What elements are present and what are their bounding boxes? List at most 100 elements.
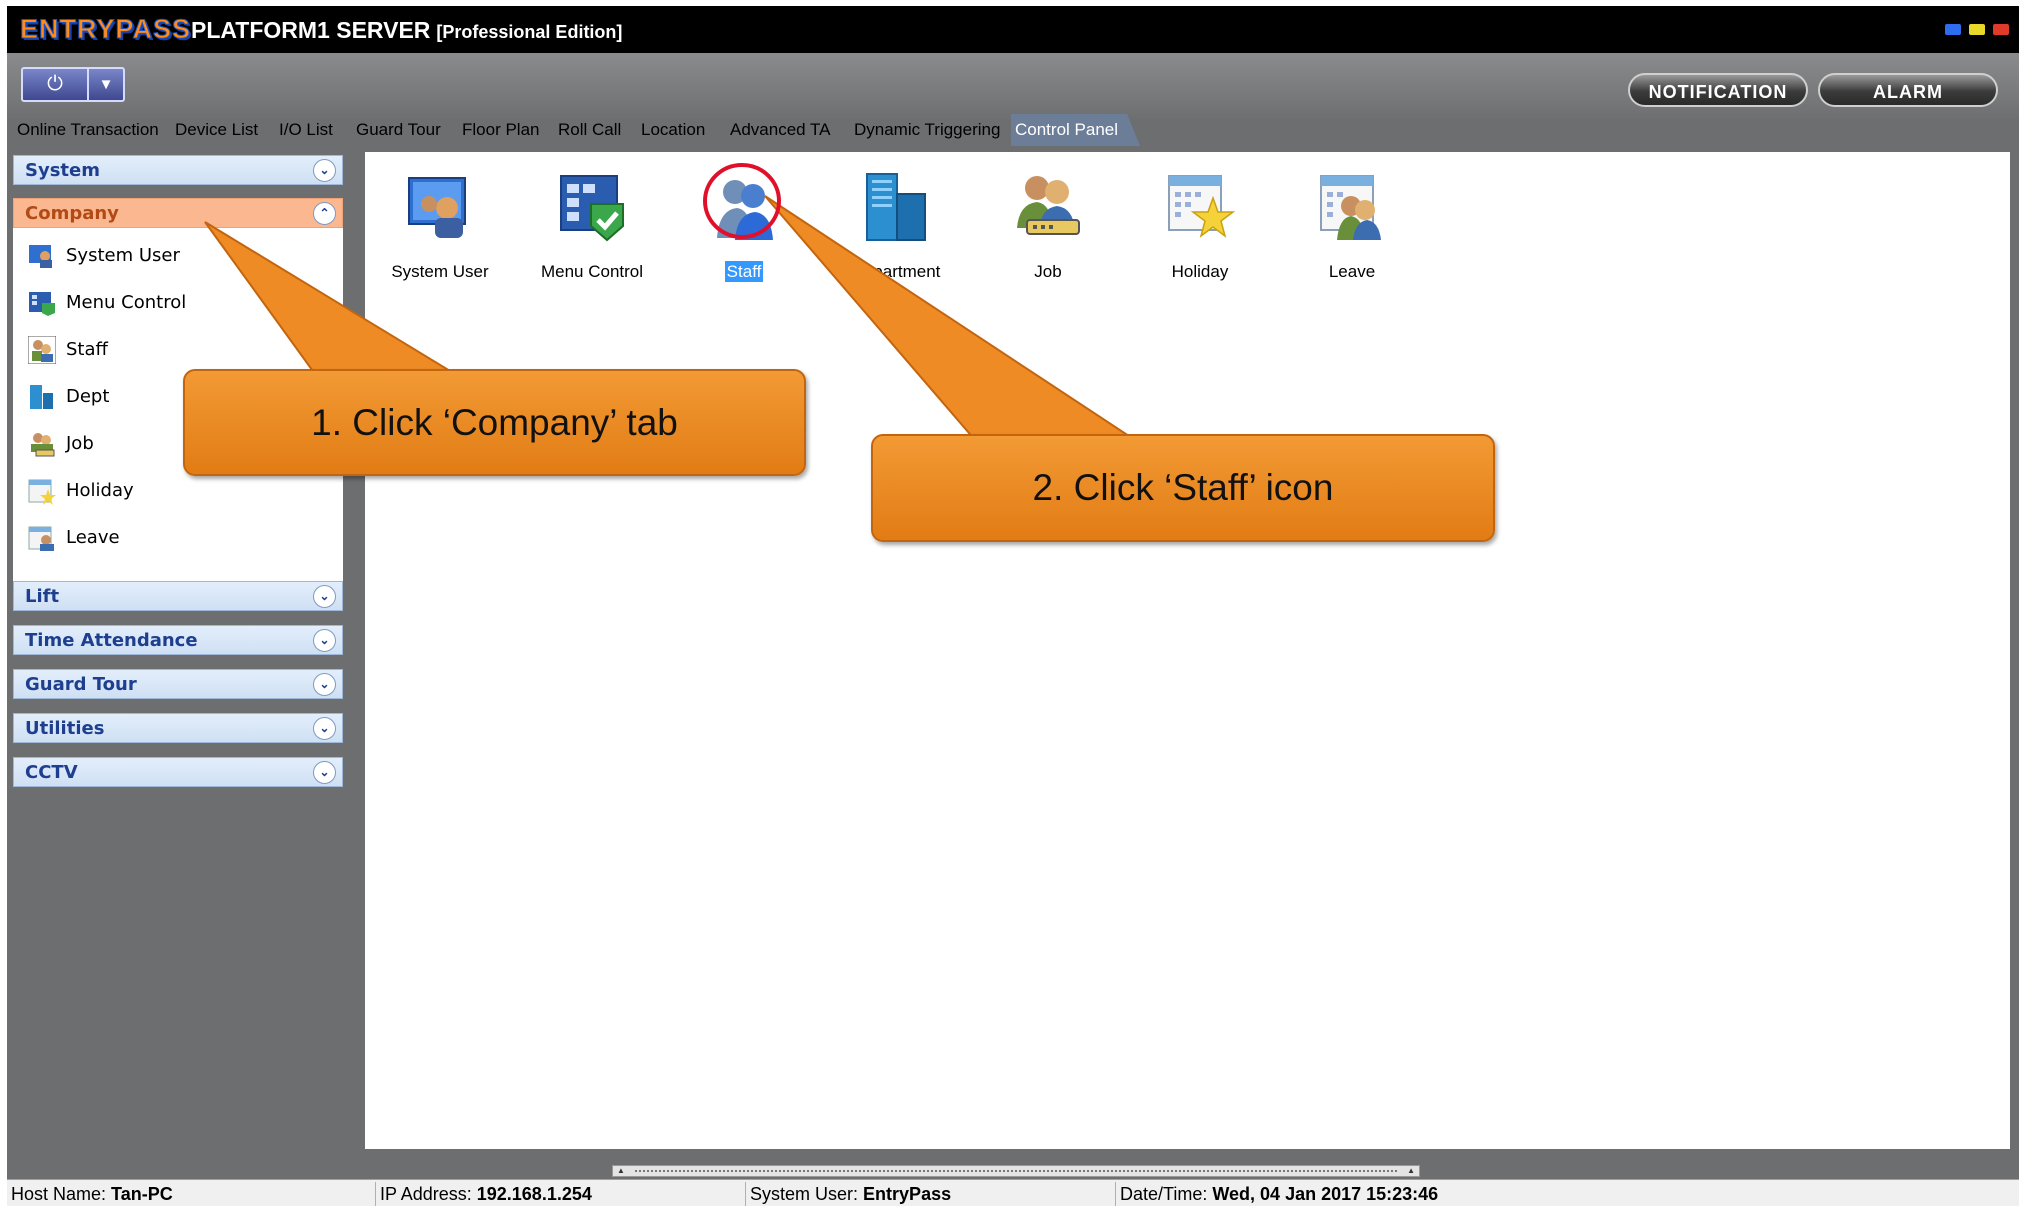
tile-label: Holiday [1171,262,1229,281]
expand-icon[interactable]: ⌄ [313,673,336,696]
main-tabs: Online Transaction Device List I/O List … [7,114,2019,146]
job-icon [1017,176,1080,235]
window-controls [1945,24,2009,35]
tab-dynamic-triggering[interactable]: Dynamic Triggering [850,114,1004,146]
splitter-up-icon: ▲ [617,1166,625,1175]
section-label: Company [25,203,119,224]
sidebar-item-label: Dept [66,386,110,407]
system-user-icon [408,177,466,238]
app-edition: [Professional Edition] [436,22,623,42]
close-button[interactable] [1993,24,2009,35]
system-user-icon [29,245,52,268]
section-label: Guard Tour [25,674,137,695]
alarm-button[interactable]: ALARM [1818,73,1998,107]
maximize-button[interactable] [1969,24,1985,35]
tile-leave[interactable]: Leave [1277,162,1427,282]
section-label: CCTV [25,762,78,783]
status-user: System User: EntryPass [746,1182,1116,1206]
tab-floor-plan[interactable]: Floor Plan [458,114,543,146]
panel-splitter[interactable]: ▲ ▲ [612,1165,1420,1177]
callout-step2-text: 2. Click ‘Staff’ icon [1032,467,1334,508]
callout-step2: 2. Click ‘Staff’ icon [871,434,1495,542]
tile-label: Staff [724,261,764,282]
tab-roll-call[interactable]: Roll Call [554,114,625,146]
tile-label: Job [1034,262,1062,281]
tile-department[interactable]: Department [821,162,971,282]
app-title: PLATFORM1 SERVER [Professional Edition] [191,14,622,48]
tile-label: Menu Control [540,262,644,281]
section-time-attendance[interactable]: Time Attendance ⌄ [13,625,343,655]
section-cctv[interactable]: CCTV ⌄ [13,757,343,787]
notification-button[interactable]: NOTIFICATION [1628,73,1808,107]
sidebar-item-label: Holiday [66,480,134,501]
section-label: System [25,160,100,181]
staff-icon [28,336,56,364]
leave-icon [1320,175,1381,240]
tab-control-panel[interactable]: Control Panel [1011,114,1141,146]
status-bar: Host Name: Tan-PC IP Address: 192.168.1.… [7,1179,2019,1206]
caret-down-icon[interactable]: ▼ [87,69,123,100]
sidebar-item-label: Staff [66,339,108,360]
splitter-up-icon: ▲ [1407,1166,1415,1175]
sidebar-item-label: System User [66,245,180,266]
toolbar: ⏻ ▼ NOTIFICATION ALARM [7,53,2019,119]
sidebar-item-menu-control[interactable]: Menu Control [13,281,343,325]
power-menu-button[interactable]: ⏻ ▼ [21,67,125,102]
sidebar-item-label: Job [66,433,94,454]
app-title-text: PLATFORM1 SERVER [191,17,431,43]
tile-label: System User [391,262,489,281]
section-lift[interactable]: Lift ⌄ [13,581,343,611]
tab-advanced-ta[interactable]: Advanced TA [726,114,835,146]
tile-system-user[interactable]: System User [365,162,515,282]
callout-step1-text: 1. Click ‘Company’ tab [311,402,678,443]
leave-icon [28,526,54,551]
sidebar-item-leave[interactable]: Leave [13,516,343,560]
holiday-icon [28,479,56,505]
expand-icon[interactable]: ⌄ [313,585,336,608]
tab-online-transaction[interactable]: Online Transaction [13,114,163,146]
sidebar-item-system-user[interactable]: System User [13,234,343,278]
expand-icon[interactable]: ⌄ [313,159,336,182]
sidebar-item-label: Menu Control [66,292,187,313]
tile-label: Leave [1328,262,1376,281]
sidebar-item-label: Leave [66,527,120,548]
section-guard-tour[interactable]: Guard Tour ⌄ [13,669,343,699]
status-host: Host Name: Tan-PC [7,1182,376,1206]
tile-job[interactable]: Job [973,162,1123,282]
tab-device-list[interactable]: Device List [171,114,262,146]
section-company[interactable]: Company ⌃ [13,198,343,228]
sidebar-item-staff[interactable]: Staff [13,328,343,372]
menu-control-icon [560,175,624,242]
tile-holiday[interactable]: Holiday [1125,162,1275,282]
section-system[interactable]: System ⌄ [13,155,343,185]
expand-icon[interactable]: ⌄ [313,629,336,652]
status-ip: IP Address: 192.168.1.254 [376,1182,746,1206]
tile-staff[interactable]: Staff [669,162,819,282]
menu-control-icon [29,292,55,316]
tab-io-list[interactable]: I/O List [275,114,337,146]
callout-step1: 1. Click ‘Company’ tab [183,369,806,476]
expand-icon[interactable]: ⌄ [313,761,336,784]
minimize-button[interactable] [1945,24,1961,35]
tile-menu-control[interactable]: Menu Control [517,162,667,282]
splitter-grip-icon [635,1170,1397,1172]
department-icon [30,385,53,409]
tab-location[interactable]: Location [637,114,709,146]
holiday-icon [1168,175,1236,238]
power-icon: ⏻ [47,73,63,95]
tab-guard-tour[interactable]: Guard Tour [352,114,445,146]
section-label: Time Attendance [25,630,198,651]
section-utilities[interactable]: Utilities ⌄ [13,713,343,743]
expand-icon[interactable]: ⌄ [313,717,336,740]
department-icon [866,173,926,241]
job-icon [31,433,55,457]
entrypass-logo: ENTRYPASS [19,14,192,45]
control-panel-content: System User Menu Control Staff Departmen… [365,152,2010,1149]
status-datetime: Date/Time: Wed, 04 Jan 2017 15:23:46 [1120,1184,1439,1204]
section-label: Utilities [25,718,105,739]
collapse-icon[interactable]: ⌃ [313,202,336,225]
staff-icon [717,180,773,240]
tile-label: Department [851,262,941,281]
section-label: Lift [25,586,60,607]
title-bar: ENTRYPASS PLATFORM1 SERVER [Professional … [7,6,2019,53]
